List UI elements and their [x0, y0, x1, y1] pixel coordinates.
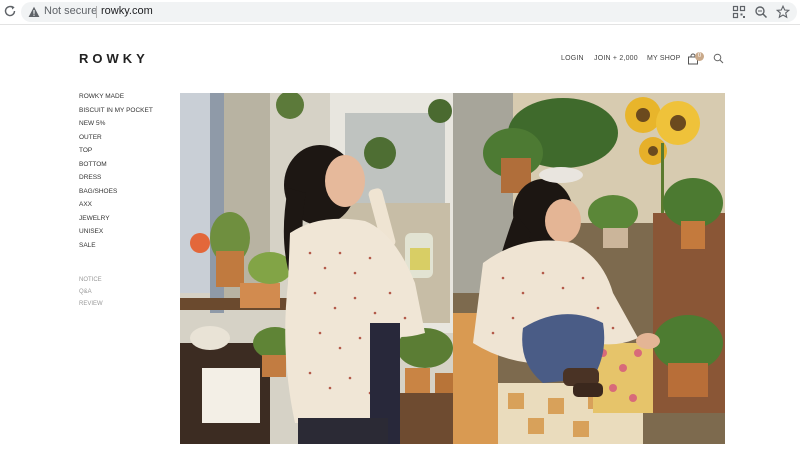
category-dress[interactable]: DRESS: [79, 173, 153, 187]
reload-icon[interactable]: [3, 4, 17, 18]
search-icon[interactable]: [713, 53, 724, 64]
category-jewelry[interactable]: JEWELRY: [79, 214, 153, 228]
site-logo[interactable]: ROWKY: [79, 51, 149, 66]
security-label[interactable]: Not secure: [44, 5, 97, 17]
category-bag-shoes[interactable]: BAG/SHOES: [79, 187, 153, 201]
category-bottom[interactable]: BOTTOM: [79, 160, 153, 174]
category-biscuit-in-my-pocket[interactable]: BISCUIT IN MY POCKET: [79, 106, 153, 120]
qr-code-icon[interactable]: [732, 5, 746, 19]
join-bonus: + 2,000: [612, 55, 638, 62]
community-notice[interactable]: NOTICE: [79, 276, 103, 288]
zoom-icon[interactable]: [754, 5, 768, 19]
community-review[interactable]: REVIEW: [79, 300, 103, 312]
community-qna[interactable]: Q&A: [79, 288, 103, 300]
category-rowky-made[interactable]: ROWKY MADE: [79, 92, 153, 106]
bookmark-star-icon[interactable]: [776, 5, 790, 19]
community-menu: NOTICE Q&A REVIEW: [79, 276, 103, 312]
login-link[interactable]: LOGIN: [561, 55, 584, 62]
address-bar[interactable]: Not secure rowky.com: [21, 2, 797, 22]
join-link[interactable]: JOIN + 2,000: [594, 55, 638, 62]
category-axx[interactable]: AXX: [79, 200, 153, 214]
lookbook-photo-left[interactable]: [180, 93, 453, 444]
category-top[interactable]: TOP: [79, 146, 153, 160]
category-new[interactable]: NEW 5%: [79, 119, 153, 133]
lookbook-photo-right[interactable]: [453, 93, 725, 444]
my-shop-link[interactable]: MY SHOP: [647, 55, 681, 62]
category-sale[interactable]: SALE: [79, 241, 153, 255]
url-text[interactable]: rowky.com: [101, 5, 153, 17]
cart-count-badge: 0: [695, 52, 704, 61]
url-separator: [96, 6, 97, 18]
join-label: JOIN: [594, 55, 611, 62]
category-menu: ROWKY MADE BISCUIT IN MY POCKET NEW 5% O…: [79, 92, 153, 254]
category-outer[interactable]: OUTER: [79, 133, 153, 147]
browser-toolbar: Not secure rowky.com: [0, 0, 800, 25]
warning-icon[interactable]: [28, 6, 40, 18]
category-unisex[interactable]: UNISEX: [79, 227, 153, 241]
